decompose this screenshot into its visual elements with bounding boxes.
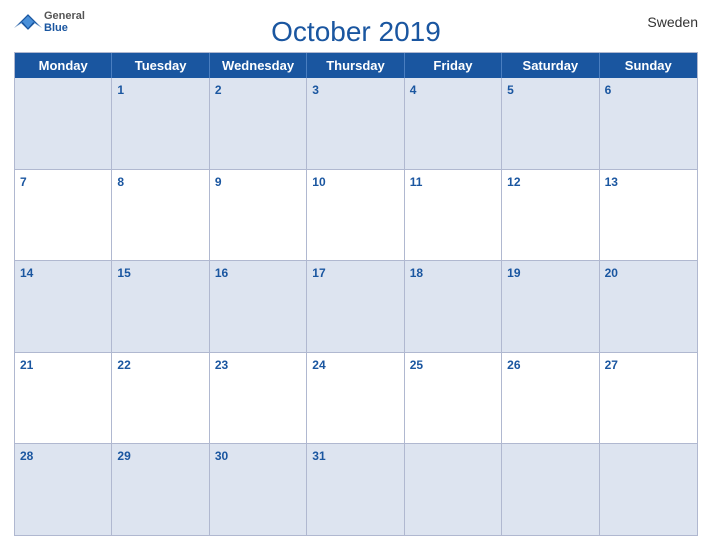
day-number: 6 bbox=[605, 83, 612, 97]
day-number: 22 bbox=[117, 358, 130, 372]
week-row-4: 21 22 23 24 25 26 27 bbox=[15, 353, 697, 445]
day-cell: 24 bbox=[307, 353, 404, 444]
day-number: 8 bbox=[117, 175, 124, 189]
day-cell: 8 bbox=[112, 170, 209, 261]
weeks-container: 1234567891011121314151617181920212223242… bbox=[15, 78, 697, 536]
day-cell: 21 bbox=[15, 353, 112, 444]
day-number: 27 bbox=[605, 358, 618, 372]
day-cell: 2 bbox=[210, 78, 307, 169]
calendar-wrapper: General Blue October 2019 Sweden MondayT… bbox=[0, 0, 712, 550]
logo-blue: Blue bbox=[44, 22, 85, 34]
day-number: 1 bbox=[117, 83, 124, 97]
day-cell bbox=[600, 444, 697, 535]
week-row-1: 1 2 3 4 5 6 bbox=[15, 78, 697, 170]
day-headers-row: MondayTuesdayWednesdayThursdayFridaySatu… bbox=[15, 53, 697, 78]
day-header-wednesday: Wednesday bbox=[210, 53, 307, 78]
day-cell: 6 bbox=[600, 78, 697, 169]
day-number: 4 bbox=[410, 83, 417, 97]
day-cell: 26 bbox=[502, 353, 599, 444]
logo-texts: General Blue bbox=[44, 10, 85, 34]
calendar-header: General Blue October 2019 Sweden bbox=[14, 10, 698, 52]
week-row-5: 28 29 30 31 bbox=[15, 444, 697, 536]
day-header-saturday: Saturday bbox=[502, 53, 599, 78]
day-cell: 22 bbox=[112, 353, 209, 444]
day-cell: 7 bbox=[15, 170, 112, 261]
day-cell: 27 bbox=[600, 353, 697, 444]
day-number: 28 bbox=[20, 449, 33, 463]
day-cell bbox=[502, 444, 599, 535]
day-header-monday: Monday bbox=[15, 53, 112, 78]
week-row-3: 14 15 16 17 18 19 20 bbox=[15, 261, 697, 353]
day-cell: 30 bbox=[210, 444, 307, 535]
day-cell: 12 bbox=[502, 170, 599, 261]
day-number: 2 bbox=[215, 83, 222, 97]
day-number: 23 bbox=[215, 358, 228, 372]
day-cell: 15 bbox=[112, 261, 209, 352]
day-cell: 25 bbox=[405, 353, 502, 444]
day-number: 29 bbox=[117, 449, 130, 463]
day-cell bbox=[15, 78, 112, 169]
day-number: 3 bbox=[312, 83, 319, 97]
day-cell: 18 bbox=[405, 261, 502, 352]
day-cell: 28 bbox=[15, 444, 112, 535]
day-number: 15 bbox=[117, 266, 130, 280]
day-number: 13 bbox=[605, 175, 618, 189]
day-header-friday: Friday bbox=[405, 53, 502, 78]
day-cell: 10 bbox=[307, 170, 404, 261]
day-cell: 1 bbox=[112, 78, 209, 169]
day-number: 7 bbox=[20, 175, 27, 189]
day-number: 5 bbox=[507, 83, 514, 97]
day-number: 25 bbox=[410, 358, 423, 372]
day-number: 10 bbox=[312, 175, 325, 189]
day-number: 12 bbox=[507, 175, 520, 189]
day-number: 11 bbox=[410, 175, 423, 189]
day-header-thursday: Thursday bbox=[307, 53, 404, 78]
day-number: 24 bbox=[312, 358, 325, 372]
day-cell: 13 bbox=[600, 170, 697, 261]
day-cell: 4 bbox=[405, 78, 502, 169]
day-number: 30 bbox=[215, 449, 228, 463]
day-header-sunday: Sunday bbox=[600, 53, 697, 78]
day-cell bbox=[405, 444, 502, 535]
day-cell: 14 bbox=[15, 261, 112, 352]
calendar-grid: MondayTuesdayWednesdayThursdayFridaySatu… bbox=[14, 52, 698, 536]
week-row-2: 7 8 9 10 11 12 13 bbox=[15, 170, 697, 262]
logo-area: General Blue bbox=[14, 10, 85, 34]
day-cell: 31 bbox=[307, 444, 404, 535]
day-cell: 17 bbox=[307, 261, 404, 352]
day-number: 19 bbox=[507, 266, 520, 280]
day-number: 14 bbox=[20, 266, 33, 280]
day-cell: 9 bbox=[210, 170, 307, 261]
month-title: October 2019 bbox=[271, 16, 441, 48]
day-number: 9 bbox=[215, 175, 222, 189]
day-cell: 16 bbox=[210, 261, 307, 352]
day-cell: 29 bbox=[112, 444, 209, 535]
day-cell: 11 bbox=[405, 170, 502, 261]
day-number: 20 bbox=[605, 266, 618, 280]
day-cell: 5 bbox=[502, 78, 599, 169]
day-number: 17 bbox=[312, 266, 325, 280]
logo-general: General bbox=[44, 10, 85, 22]
day-header-tuesday: Tuesday bbox=[112, 53, 209, 78]
day-number: 18 bbox=[410, 266, 423, 280]
logo-bird-icon bbox=[14, 12, 42, 32]
day-cell: 23 bbox=[210, 353, 307, 444]
day-cell: 19 bbox=[502, 261, 599, 352]
country-label: Sweden bbox=[647, 14, 698, 30]
day-cell: 3 bbox=[307, 78, 404, 169]
day-number: 26 bbox=[507, 358, 520, 372]
day-number: 16 bbox=[215, 266, 228, 280]
day-number: 21 bbox=[20, 358, 33, 372]
day-cell: 20 bbox=[600, 261, 697, 352]
day-number: 31 bbox=[312, 449, 325, 463]
